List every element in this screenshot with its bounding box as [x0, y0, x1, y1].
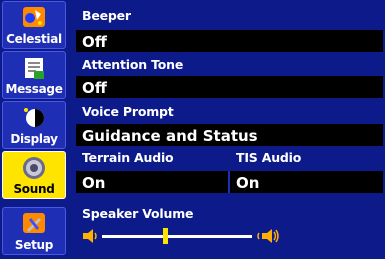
tab-sound[interactable]: Sound — [2, 151, 66, 199]
setup-tools-icon — [23, 213, 45, 233]
voice-prompt-value: Guidance and Status — [82, 126, 258, 145]
message-icon — [25, 58, 44, 79]
tab-celestial[interactable]: Celestial — [2, 1, 66, 49]
tis-audio-value: On — [236, 173, 260, 192]
tis-audio-label: TIS Audio — [236, 150, 302, 165]
terrain-audio-label: Terrain Audio — [82, 150, 174, 165]
voice-prompt-field[interactable]: Guidance and Status — [76, 124, 383, 146]
attention-tone-label: Attention Tone — [82, 57, 184, 72]
beeper-label: Beeper — [82, 8, 131, 23]
terrain-audio-value: On — [82, 173, 106, 192]
tab-setup[interactable]: Setup — [2, 207, 66, 255]
terrain-audio-field[interactable]: On — [76, 171, 228, 193]
tab-label: Message — [5, 82, 63, 96]
volume-thumb[interactable] — [163, 228, 168, 244]
celestial-icon — [23, 7, 45, 27]
voice-prompt-label: Voice Prompt — [82, 104, 174, 119]
tab-message[interactable]: Message — [2, 51, 66, 99]
beeper-value: Off — [82, 32, 107, 51]
volume-low-icon — [83, 229, 97, 243]
volume-high-icon — [257, 229, 279, 243]
tab-label: Sound — [13, 182, 55, 196]
tab-label: Display — [10, 132, 58, 146]
tis-audio-field[interactable]: On — [230, 171, 383, 193]
tab-label: Celestial — [6, 32, 62, 46]
speaker-volume-label: Speaker Volume — [82, 206, 194, 221]
attention-tone-field[interactable]: Off — [76, 76, 383, 98]
speaker-icon — [23, 157, 45, 179]
display-icon — [24, 108, 44, 127]
tab-label: Setup — [14, 238, 54, 252]
sound-settings-panel: Beeper Off Attention Tone Off Voice Prom… — [74, 0, 385, 259]
beeper-field[interactable]: Off — [76, 30, 383, 52]
attention-tone-value: Off — [82, 78, 107, 97]
settings-sidebar: Celestial Message Display Sound Setup — [0, 0, 70, 259]
volume-track — [102, 235, 252, 238]
tab-display[interactable]: Display — [2, 101, 66, 149]
speaker-volume-slider[interactable] — [82, 225, 282, 247]
